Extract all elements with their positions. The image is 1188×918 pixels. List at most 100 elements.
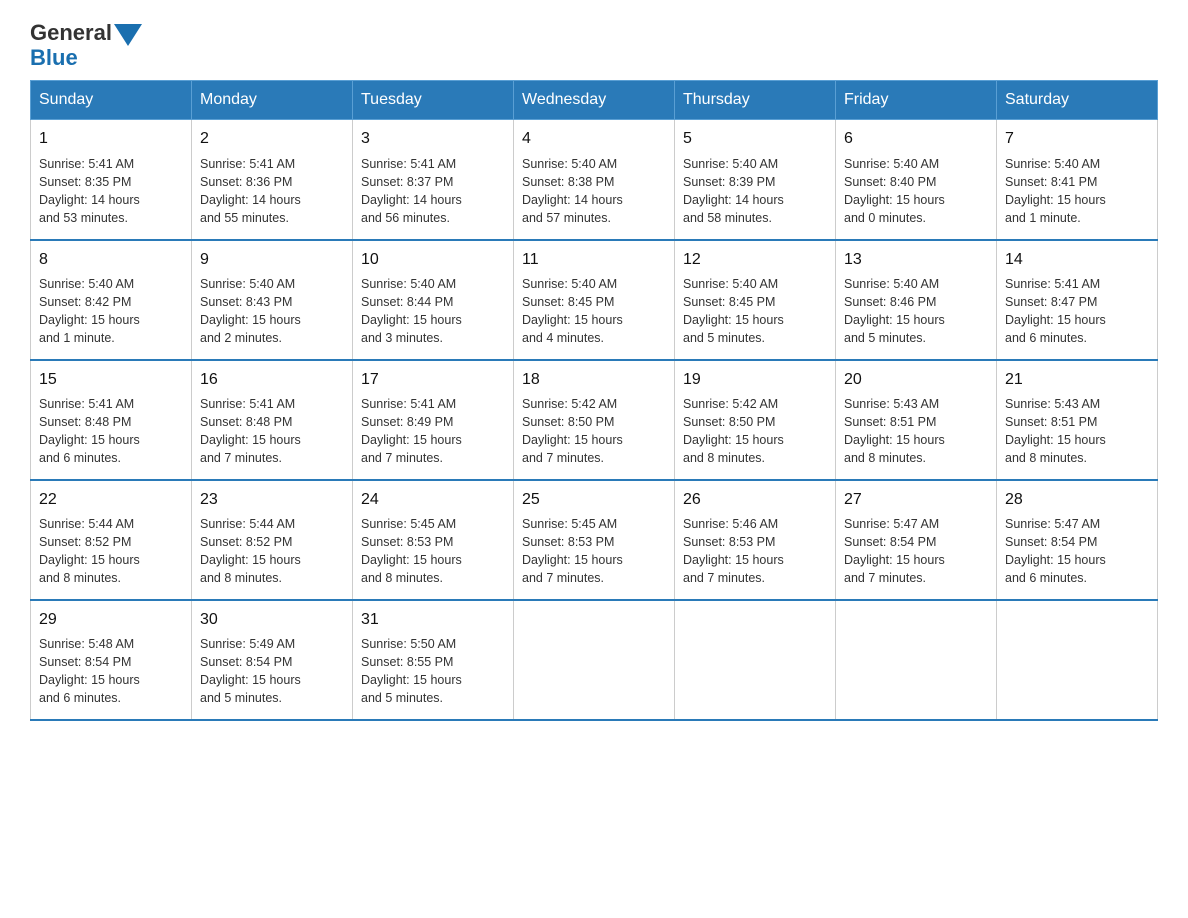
weekday-header-row: SundayMondayTuesdayWednesdayThursdayFrid… xyxy=(31,81,1158,120)
day-number: 4 xyxy=(522,128,666,150)
calendar-cell xyxy=(836,600,997,720)
day-number: 8 xyxy=(39,249,183,271)
day-number: 10 xyxy=(361,249,505,271)
calendar-cell: 14Sunrise: 5:41 AM Sunset: 8:47 PM Dayli… xyxy=(997,240,1158,360)
day-info: Sunrise: 5:40 AM Sunset: 8:43 PM Dayligh… xyxy=(200,275,344,348)
day-info: Sunrise: 5:40 AM Sunset: 8:40 PM Dayligh… xyxy=(844,155,988,228)
calendar-cell xyxy=(514,600,675,720)
calendar-cell: 31Sunrise: 5:50 AM Sunset: 8:55 PM Dayli… xyxy=(353,600,514,720)
calendar-cell xyxy=(675,600,836,720)
calendar-cell: 15 Sunrise: 5:41 AM Sunset: 8:48 PM Dayli… xyxy=(31,360,192,480)
day-info: Sunrise: 5:40 AM Sunset: 8:38 PM Dayligh… xyxy=(522,155,666,228)
day-number: 19 xyxy=(683,369,827,391)
calendar-cell: 30 Sunrise: 5:49 AM Sunset: 8:54 PM Dayli… xyxy=(192,600,353,720)
day-number: 22 xyxy=(39,489,183,511)
calendar-cell: 28 Sunrise: 5:47 AM Sunset: 8:54 PM Dayli… xyxy=(997,480,1158,600)
day-info: Sunrise: 5:40 AM Sunset: 8:46 PM Dayligh… xyxy=(844,275,988,348)
day-number: 11 xyxy=(522,249,666,271)
calendar-cell: 16Sunrise: 5:41 AM Sunset: 8:48 PM Dayli… xyxy=(192,360,353,480)
calendar-cell: 19 Sunrise: 5:42 AM Sunset: 8:50 PM Dayli… xyxy=(675,360,836,480)
day-number: 25 xyxy=(522,489,666,511)
calendar-cell: 18 Sunrise: 5:42 AM Sunset: 8:50 PM Dayli… xyxy=(514,360,675,480)
day-info: Sunrise: 5:41 AM Sunset: 8:37 PM Dayligh… xyxy=(361,155,505,228)
calendar-cell: 21 Sunrise: 5:43 AM Sunset: 8:51 PM Dayli… xyxy=(997,360,1158,480)
day-info: Sunrise: 5:41 AM Sunset: 8:35 PM Dayligh… xyxy=(39,155,183,228)
day-info: Sunrise: 5:40 AM Sunset: 8:42 PM Dayligh… xyxy=(39,275,183,348)
day-number: 1 xyxy=(39,128,183,150)
calendar-cell: 26 Sunrise: 5:46 AM Sunset: 8:53 PM Dayli… xyxy=(675,480,836,600)
day-number: 18 xyxy=(522,369,666,391)
day-number: 12 xyxy=(683,249,827,271)
calendar-cell: 3 Sunrise: 5:41 AM Sunset: 8:37 PM Daylig… xyxy=(353,120,514,240)
day-info: Sunrise: 5:49 AM Sunset: 8:54 PM Dayligh… xyxy=(200,635,344,708)
logo-triangle-icon xyxy=(114,24,142,46)
weekday-header-saturday: Saturday xyxy=(997,81,1158,120)
calendar-cell: 9 Sunrise: 5:40 AM Sunset: 8:43 PM Daylig… xyxy=(192,240,353,360)
day-number: 23 xyxy=(200,489,344,511)
day-number: 26 xyxy=(683,489,827,511)
week-row-1: 1 Sunrise: 5:41 AM Sunset: 8:35 PM Daylig… xyxy=(31,120,1158,240)
day-info: Sunrise: 5:46 AM Sunset: 8:53 PM Dayligh… xyxy=(683,515,827,588)
day-info: Sunrise: 5:40 AM Sunset: 8:45 PM Dayligh… xyxy=(683,275,827,348)
day-number: 6 xyxy=(844,128,988,150)
day-info: Sunrise: 5:42 AM Sunset: 8:50 PM Dayligh… xyxy=(522,395,666,468)
day-number: 30 xyxy=(200,609,344,631)
day-info: Sunrise: 5:47 AM Sunset: 8:54 PM Dayligh… xyxy=(1005,515,1149,588)
day-number: 20 xyxy=(844,369,988,391)
day-number: 29 xyxy=(39,609,183,631)
day-info: Sunrise: 5:41 AM Sunset: 8:48 PM Dayligh… xyxy=(200,395,344,468)
day-number: 21 xyxy=(1005,369,1149,391)
day-info: Sunrise: 5:40 AM Sunset: 8:45 PM Dayligh… xyxy=(522,275,666,348)
calendar-cell: 2 Sunrise: 5:41 AM Sunset: 8:36 PM Daylig… xyxy=(192,120,353,240)
day-number: 7 xyxy=(1005,128,1149,150)
day-info: Sunrise: 5:50 AM Sunset: 8:55 PM Dayligh… xyxy=(361,635,505,708)
day-info: Sunrise: 5:45 AM Sunset: 8:53 PM Dayligh… xyxy=(361,515,505,588)
logo: General Blue xyxy=(30,20,142,70)
day-info: Sunrise: 5:40 AM Sunset: 8:39 PM Dayligh… xyxy=(683,155,827,228)
calendar-cell: 29 Sunrise: 5:48 AM Sunset: 8:54 PM Dayli… xyxy=(31,600,192,720)
week-row-4: 22 Sunrise: 5:44 AM Sunset: 8:52 PM Dayli… xyxy=(31,480,1158,600)
calendar-cell: 24 Sunrise: 5:45 AM Sunset: 8:53 PM Dayli… xyxy=(353,480,514,600)
calendar-cell: 27Sunrise: 5:47 AM Sunset: 8:54 PM Dayli… xyxy=(836,480,997,600)
day-number: 9 xyxy=(200,249,344,271)
week-row-2: 8 Sunrise: 5:40 AM Sunset: 8:42 PM Daylig… xyxy=(31,240,1158,360)
day-number: 5 xyxy=(683,128,827,150)
calendar-cell: 12 Sunrise: 5:40 AM Sunset: 8:45 PM Dayli… xyxy=(675,240,836,360)
day-number: 3 xyxy=(361,128,505,150)
page-header: General Blue xyxy=(30,20,1158,70)
week-row-3: 15 Sunrise: 5:41 AM Sunset: 8:48 PM Dayli… xyxy=(31,360,1158,480)
day-info: Sunrise: 5:41 AM Sunset: 8:49 PM Dayligh… xyxy=(361,395,505,468)
day-info: Sunrise: 5:42 AM Sunset: 8:50 PM Dayligh… xyxy=(683,395,827,468)
calendar-cell: 1 Sunrise: 5:41 AM Sunset: 8:35 PM Daylig… xyxy=(31,120,192,240)
day-info: Sunrise: 5:43 AM Sunset: 8:51 PM Dayligh… xyxy=(1005,395,1149,468)
day-number: 24 xyxy=(361,489,505,511)
day-info: Sunrise: 5:40 AM Sunset: 8:41 PM Dayligh… xyxy=(1005,155,1149,228)
weekday-header-friday: Friday xyxy=(836,81,997,120)
calendar-cell: 4 Sunrise: 5:40 AM Sunset: 8:38 PM Daylig… xyxy=(514,120,675,240)
weekday-header-thursday: Thursday xyxy=(675,81,836,120)
day-number: 15 xyxy=(39,369,183,391)
weekday-header-monday: Monday xyxy=(192,81,353,120)
day-number: 17 xyxy=(361,369,505,391)
day-info: Sunrise: 5:41 AM Sunset: 8:36 PM Dayligh… xyxy=(200,155,344,228)
day-info: Sunrise: 5:43 AM Sunset: 8:51 PM Dayligh… xyxy=(844,395,988,468)
calendar-cell: 17 Sunrise: 5:41 AM Sunset: 8:49 PM Dayli… xyxy=(353,360,514,480)
day-number: 14 xyxy=(1005,249,1149,271)
calendar-cell: 13 Sunrise: 5:40 AM Sunset: 8:46 PM Dayli… xyxy=(836,240,997,360)
day-number: 2 xyxy=(200,128,344,150)
calendar-cell: 10Sunrise: 5:40 AM Sunset: 8:44 PM Dayli… xyxy=(353,240,514,360)
day-info: Sunrise: 5:48 AM Sunset: 8:54 PM Dayligh… xyxy=(39,635,183,708)
day-info: Sunrise: 5:47 AM Sunset: 8:54 PM Dayligh… xyxy=(844,515,988,588)
day-number: 28 xyxy=(1005,489,1149,511)
day-info: Sunrise: 5:44 AM Sunset: 8:52 PM Dayligh… xyxy=(200,515,344,588)
calendar-cell: 8 Sunrise: 5:40 AM Sunset: 8:42 PM Daylig… xyxy=(31,240,192,360)
calendar-table: SundayMondayTuesdayWednesdayThursdayFrid… xyxy=(30,80,1158,721)
day-info: Sunrise: 5:44 AM Sunset: 8:52 PM Dayligh… xyxy=(39,515,183,588)
calendar-cell xyxy=(997,600,1158,720)
weekday-header-tuesday: Tuesday xyxy=(353,81,514,120)
calendar-cell: 7 Sunrise: 5:40 AM Sunset: 8:41 PM Daylig… xyxy=(997,120,1158,240)
day-info: Sunrise: 5:41 AM Sunset: 8:48 PM Dayligh… xyxy=(39,395,183,468)
day-number: 13 xyxy=(844,249,988,271)
calendar-cell: 22 Sunrise: 5:44 AM Sunset: 8:52 PM Dayli… xyxy=(31,480,192,600)
calendar-cell: 5 Sunrise: 5:40 AM Sunset: 8:39 PM Daylig… xyxy=(675,120,836,240)
